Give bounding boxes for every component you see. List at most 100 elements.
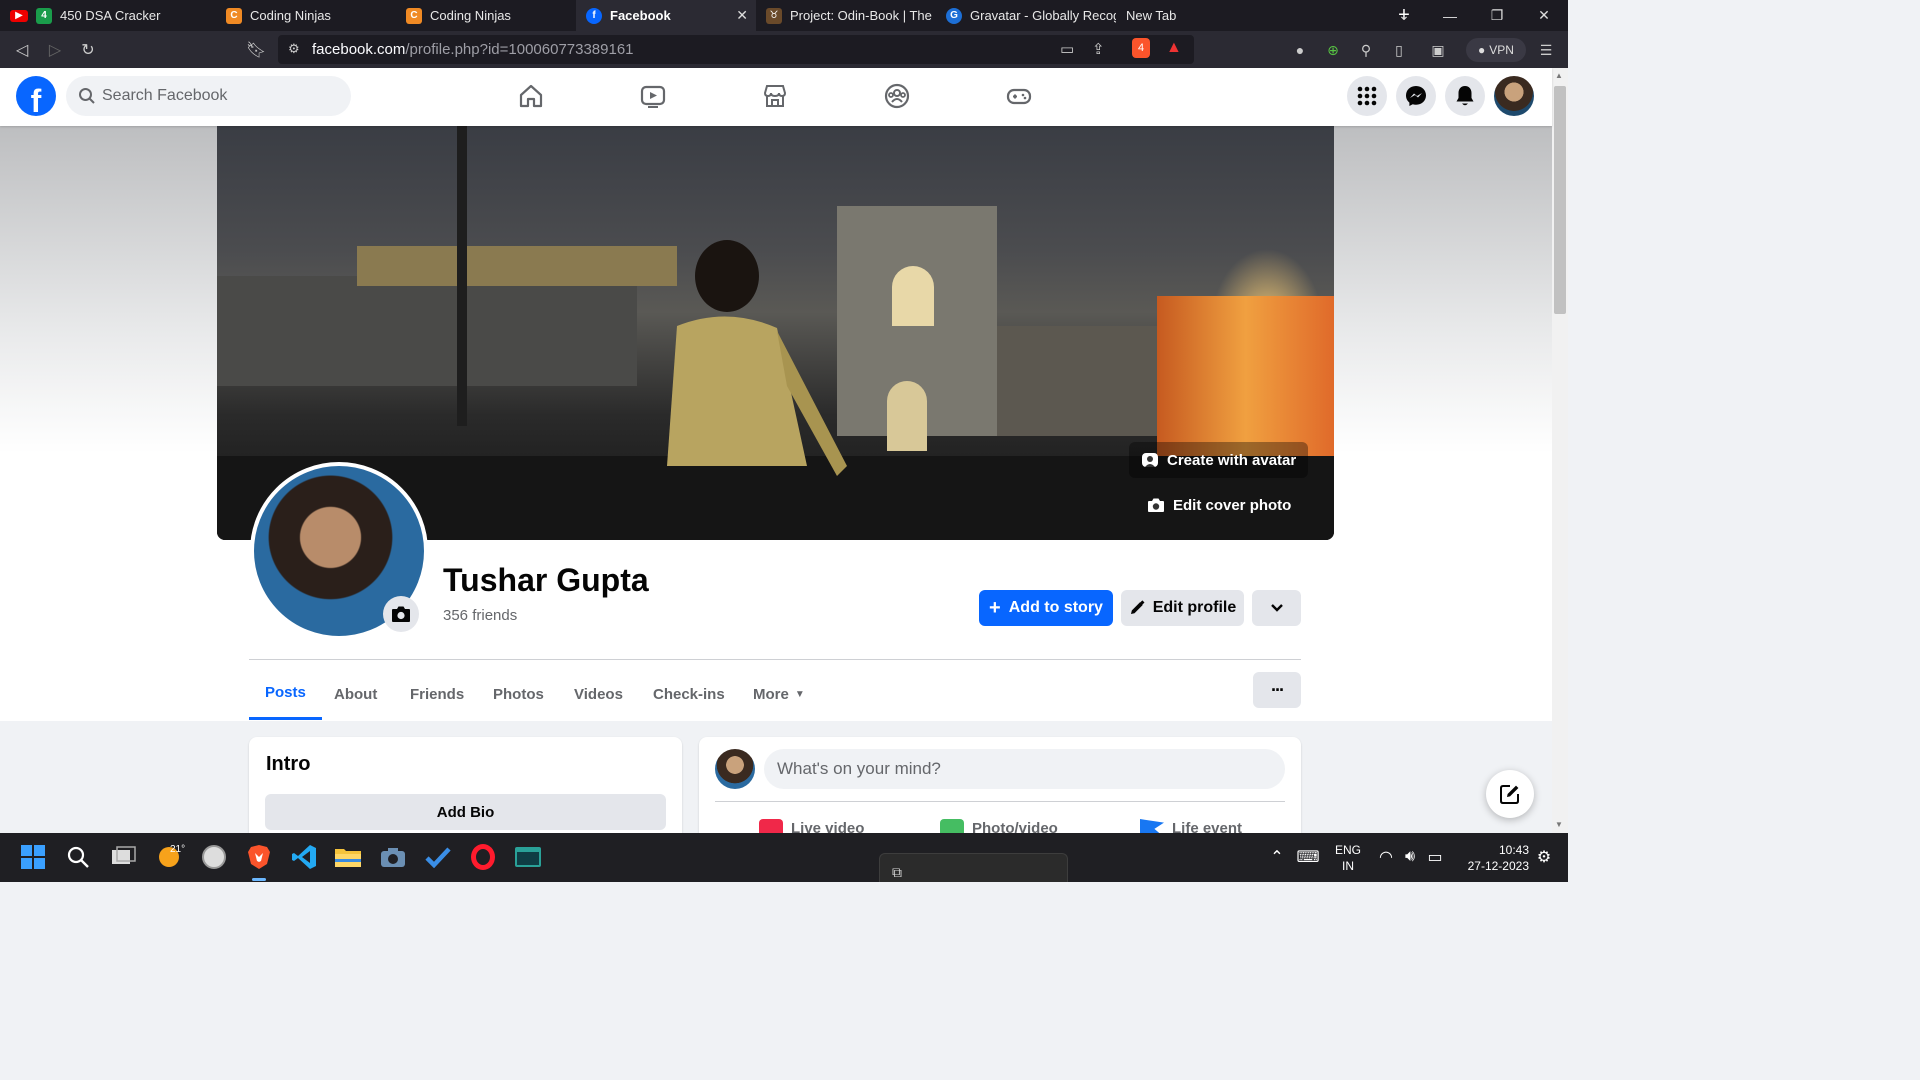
vpn-button[interactable]: ● VPN bbox=[1466, 38, 1526, 62]
camera-app-icon[interactable] bbox=[379, 843, 407, 871]
tab-coding-ninjas-1[interactable]: C Coding Ninjas bbox=[216, 0, 396, 31]
file-explorer-icon[interactable] bbox=[334, 843, 362, 871]
search-icon[interactable] bbox=[64, 843, 92, 871]
ellipsis-icon: ··· bbox=[1271, 679, 1285, 700]
site-info-icon[interactable]: ⚙ bbox=[288, 41, 300, 57]
windows-start-icon[interactable] bbox=[19, 843, 47, 871]
battery-icon[interactable]: ▭ bbox=[1421, 843, 1449, 871]
edit-cover-label: Edit cover photo bbox=[1173, 496, 1292, 514]
reload-button[interactable]: ↻ bbox=[77, 39, 99, 61]
minimize-button[interactable]: — bbox=[1427, 0, 1473, 31]
logo-letter: f bbox=[30, 83, 42, 116]
tab-facebook[interactable]: f Facebook ✕ bbox=[576, 0, 756, 31]
notifications-button[interactable] bbox=[1445, 76, 1485, 116]
scroll-up-icon[interactable]: ▲ bbox=[1555, 71, 1563, 80]
notification-center-icon[interactable]: ⚙ bbox=[1530, 843, 1558, 871]
bookmark-icon[interactable]: 🔖︎ bbox=[245, 39, 267, 61]
create-avatar-label: Create with avatar bbox=[1167, 451, 1297, 469]
tab-new-tab[interactable]: New Tab bbox=[1116, 0, 1206, 31]
camera-icon bbox=[1148, 498, 1164, 512]
new-message-button[interactable] bbox=[1486, 770, 1534, 818]
scrollbar-thumb[interactable] bbox=[1554, 86, 1566, 314]
search-input[interactable]: Search Facebook bbox=[66, 76, 351, 116]
task-view-icon[interactable] bbox=[110, 843, 138, 871]
tab-friends-label: Friends bbox=[410, 685, 465, 703]
account-avatar[interactable] bbox=[1494, 76, 1534, 116]
browser-tab-bar: ▶ 4 450 DSA Cracker C Coding Ninjas C Co… bbox=[0, 0, 1568, 31]
tab-about[interactable]: About bbox=[318, 668, 393, 720]
restore-button[interactable]: ❐ bbox=[1474, 0, 1520, 31]
keyboard-icon[interactable]: ⌨ bbox=[1294, 843, 1322, 871]
close-tab-icon[interactable]: ✕ bbox=[736, 7, 748, 24]
menu-icon[interactable]: ☰ bbox=[1536, 40, 1556, 60]
tab-odin-book[interactable]: ♉ Project: Odin-Book | The C bbox=[756, 0, 936, 31]
tab-friends[interactable]: Friends bbox=[394, 668, 480, 720]
friends-count[interactable]: 356 friends bbox=[443, 607, 517, 624]
close-window-button[interactable]: ✕ bbox=[1521, 0, 1567, 31]
profile-more-options-button[interactable]: ··· bbox=[1253, 672, 1301, 708]
profile-divider bbox=[249, 659, 1301, 660]
share-icon[interactable]: ⇪ bbox=[1092, 40, 1105, 58]
back-button[interactable]: ◁ bbox=[11, 39, 33, 61]
tab-posts[interactable]: Posts bbox=[249, 668, 322, 720]
groups-icon[interactable] bbox=[883, 82, 911, 110]
messenger-button[interactable] bbox=[1396, 76, 1436, 116]
create-with-avatar-button[interactable]: Create with avatar bbox=[1129, 442, 1309, 478]
tab-label: Facebook bbox=[610, 8, 671, 23]
odin-icon: ♉ bbox=[766, 7, 782, 24]
marketplace-icon[interactable] bbox=[761, 82, 789, 110]
facebook-logo[interactable]: f bbox=[16, 76, 56, 116]
tab-photos[interactable]: Photos bbox=[477, 668, 560, 720]
brave-rewards-icon[interactable]: ▲ bbox=[1166, 39, 1182, 57]
page-scrollbar[interactable]: ▲ ▼ bbox=[1552, 68, 1568, 833]
tab-check-ins-label: Check-ins bbox=[653, 685, 725, 703]
cast-icon[interactable]: ▭ bbox=[1060, 40, 1074, 58]
tab-list-chevron-icon[interactable]: ⌄ bbox=[1381, 0, 1427, 31]
clock[interactable]: 10:43 27-12-2023 bbox=[1455, 842, 1529, 874]
gaming-icon[interactable] bbox=[1005, 82, 1033, 110]
tab-coding-ninjas-2[interactable]: C Coding Ninjas bbox=[396, 0, 576, 31]
puzzle-icon[interactable]: ⚲ bbox=[1356, 40, 1376, 60]
volume-icon[interactable]: 🔊︎ bbox=[1396, 843, 1424, 871]
add-to-story-button[interactable]: + Add to story bbox=[979, 590, 1113, 626]
time-label: 10:43 bbox=[1498, 843, 1529, 857]
tab-check-ins[interactable]: Check-ins bbox=[637, 668, 741, 720]
tab-more[interactable]: More ▼ bbox=[737, 668, 821, 720]
windows-taskbar: 21° ⌃ ⌨ ENG IN ◠ 🔊︎ ▭ 10:43 27-12-2023 ⚙ bbox=[0, 833, 1568, 882]
brave-browser-icon[interactable] bbox=[245, 843, 273, 871]
extension-icon[interactable]: ● bbox=[1290, 40, 1310, 60]
sidebar-icon[interactable]: ▯ bbox=[1389, 40, 1409, 60]
edit-profile-button[interactable]: Edit profile bbox=[1121, 590, 1244, 626]
todo-app-icon[interactable] bbox=[424, 843, 452, 871]
language-indicator[interactable]: ENG IN bbox=[1333, 842, 1363, 874]
wallet-icon[interactable]: ▣ bbox=[1428, 40, 1448, 60]
extension-plus-icon[interactable]: ⊕ bbox=[1323, 40, 1343, 60]
video-icon[interactable] bbox=[639, 82, 667, 110]
scroll-down-icon[interactable]: ▼ bbox=[1555, 820, 1563, 829]
whats-on-your-mind-input[interactable]: What's on your mind? bbox=[764, 749, 1285, 789]
update-profile-picture-button[interactable] bbox=[383, 596, 419, 632]
terminal-app-icon[interactable] bbox=[514, 843, 542, 871]
home-icon[interactable] bbox=[517, 82, 545, 110]
forward-button[interactable]: ▷ bbox=[44, 39, 66, 61]
add-bio-button[interactable]: Add Bio bbox=[265, 794, 666, 830]
chevron-up-icon[interactable]: ⌃ bbox=[1263, 843, 1291, 871]
vscode-icon[interactable] bbox=[290, 843, 318, 871]
tab-photos-label: Photos bbox=[493, 685, 544, 703]
profile-options-dropdown[interactable] bbox=[1252, 590, 1301, 626]
brave-shields-icon[interactable]: 4 bbox=[1132, 38, 1150, 58]
search-icon bbox=[79, 88, 95, 104]
clock-app-icon[interactable] bbox=[200, 843, 228, 871]
tab-gravatar[interactable]: G Gravatar - Globally Recogn bbox=[936, 0, 1116, 31]
tab-favicon: 4 bbox=[36, 7, 52, 24]
url-field[interactable]: ⚙ facebook.com/profile.php?id=1000607733… bbox=[278, 35, 1194, 64]
composer-avatar[interactable] bbox=[715, 749, 755, 789]
edit-cover-photo-button[interactable]: Edit cover photo bbox=[1135, 487, 1303, 523]
opera-icon[interactable] bbox=[469, 843, 497, 871]
grid-icon bbox=[1357, 86, 1377, 106]
tab-450-dsa-cracker[interactable]: ▶ 4 450 DSA Cracker bbox=[0, 0, 216, 31]
menu-grid-button[interactable] bbox=[1347, 76, 1387, 116]
tab-videos[interactable]: Videos bbox=[558, 668, 639, 720]
snipping-popup[interactable]: ⧉ bbox=[879, 853, 1068, 882]
tab-more-label: More bbox=[753, 685, 789, 703]
